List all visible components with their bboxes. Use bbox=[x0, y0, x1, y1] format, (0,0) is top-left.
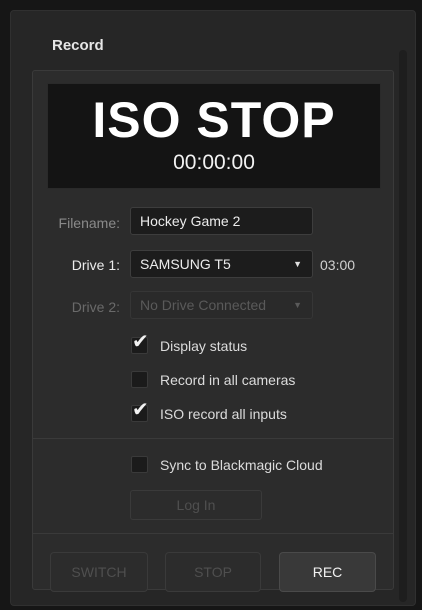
section-divider bbox=[33, 533, 393, 534]
panel-title: Record bbox=[52, 37, 104, 54]
scrollbar[interactable] bbox=[399, 50, 407, 602]
drive2-value: No Drive Connected bbox=[140, 297, 267, 313]
display-status-label: Display status bbox=[160, 338, 248, 354]
record-all-cameras-label: Record in all cameras bbox=[160, 372, 296, 388]
record-all-cameras-checkbox[interactable] bbox=[131, 371, 148, 388]
display-status-checkbox[interactable]: ✔ bbox=[131, 331, 149, 354]
iso-record-all-inputs-label: ISO record all inputs bbox=[160, 406, 287, 422]
drive1-dropdown[interactable]: SAMSUNG T5 ▼ bbox=[130, 250, 313, 278]
checkmark-icon: ✔ bbox=[132, 331, 149, 353]
section-divider bbox=[33, 438, 393, 439]
drive2-label: Drive 2: bbox=[71, 299, 120, 315]
log-in-button[interactable]: Log In bbox=[130, 490, 262, 520]
drive1-time-remaining: 03:00 bbox=[320, 257, 356, 273]
filename-value: Hockey Game 2 bbox=[140, 213, 241, 229]
checkmark-icon: ✔ bbox=[132, 399, 149, 421]
chevron-down-icon: ▼ bbox=[293, 259, 302, 269]
sync-cloud-label: Sync to Blackmagic Cloud bbox=[160, 457, 323, 473]
drive1-label: Drive 1: bbox=[71, 257, 120, 273]
filename-label: Filename: bbox=[58, 215, 120, 231]
filename-field[interactable]: Hockey Game 2 bbox=[130, 207, 313, 235]
chevron-down-icon: ▼ bbox=[293, 300, 302, 310]
sync-cloud-checkbox[interactable] bbox=[131, 456, 148, 473]
drive2-dropdown[interactable]: No Drive Connected ▼ bbox=[130, 291, 313, 319]
stop-button[interactable]: STOP bbox=[165, 552, 261, 592]
iso-status-text: ISO STOP bbox=[92, 92, 336, 148]
drive1-value: SAMSUNG T5 bbox=[140, 256, 231, 272]
rec-button[interactable]: REC bbox=[279, 552, 376, 592]
status-display: ISO STOP 00:00:00 bbox=[47, 83, 381, 189]
switch-button[interactable]: SWITCH bbox=[50, 552, 148, 592]
iso-record-all-inputs-checkbox[interactable]: ✔ bbox=[131, 399, 149, 422]
timecode-readout: 00:00:00 bbox=[173, 151, 255, 174]
